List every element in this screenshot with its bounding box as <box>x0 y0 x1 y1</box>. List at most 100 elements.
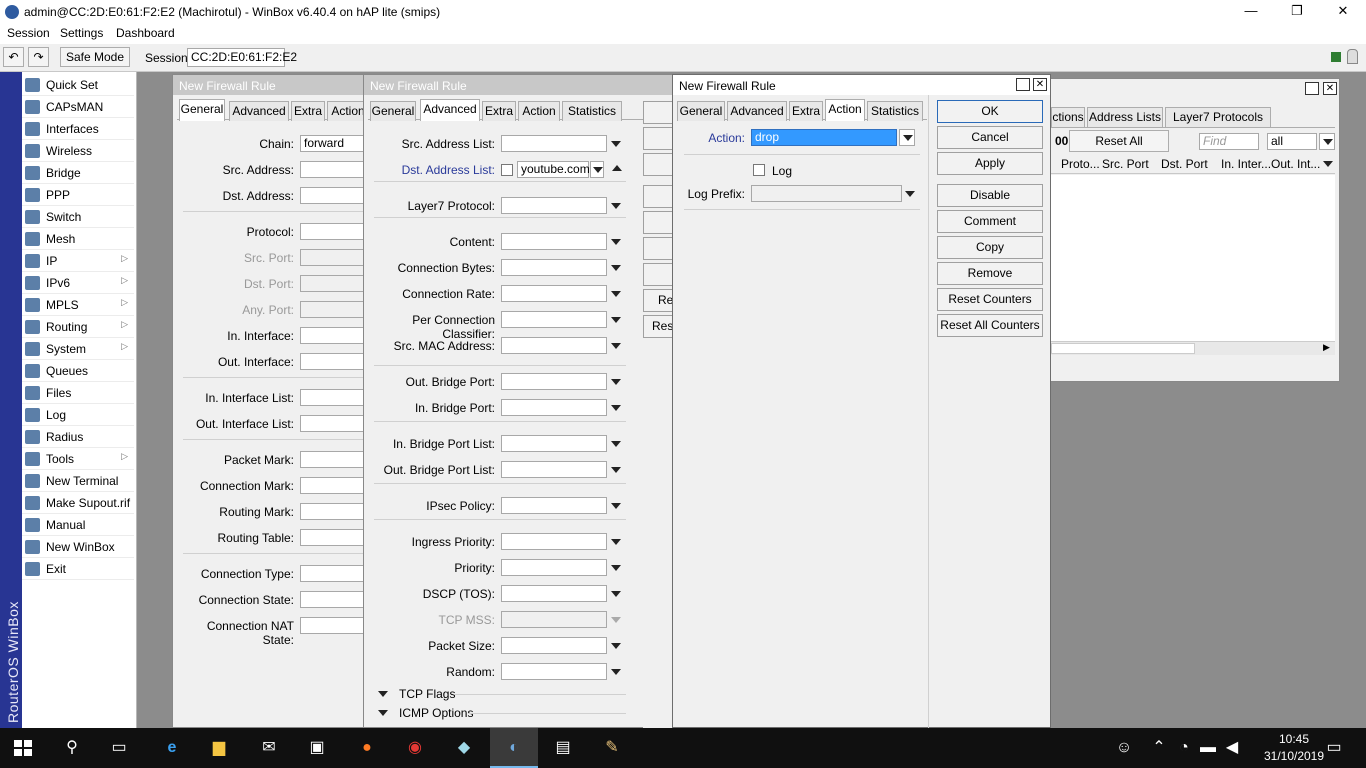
sidebar-item-system[interactable]: System ▷ <box>22 338 134 360</box>
log-prefix-dropdown-icon[interactable] <box>905 191 915 197</box>
redo-button[interactable]: ↷ <box>28 47 49 67</box>
field-dropdown-icon[interactable] <box>611 617 621 623</box>
field-input[interactable] <box>501 233 607 250</box>
tab-actions[interactable]: ctions <box>1051 107 1085 127</box>
win2-reset-counters-button[interactable]: Re <box>643 289 673 312</box>
sidebar-item-new-terminal[interactable]: New Terminal <box>22 470 134 492</box>
field-input[interactable] <box>300 617 367 634</box>
columns-dropdown-icon[interactable] <box>1323 161 1333 167</box>
undo-button[interactable]: ↶ <box>3 47 24 67</box>
filter-dropdown-button[interactable] <box>1319 133 1335 150</box>
sidebar-item-wireless[interactable]: Wireless <box>22 140 134 162</box>
menu-dashboard[interactable]: Dashboard <box>116 26 175 40</box>
field-dropdown-icon[interactable] <box>611 441 621 447</box>
volume-icon[interactable]: ◀ <box>1220 736 1244 760</box>
win2-reset-all-counters-button[interactable]: Res <box>643 315 673 338</box>
tab-general[interactable]: General <box>677 101 725 121</box>
win2-comment-button[interactable] <box>643 211 673 234</box>
action-dropdown-button[interactable] <box>899 129 915 146</box>
field-input[interactable] <box>501 533 607 550</box>
field-input[interactable] <box>300 223 367 240</box>
sidebar-item-radius[interactable]: Radius <box>22 426 134 448</box>
tab-statistics[interactable]: Statistics <box>867 101 923 121</box>
win3-maximize-button[interactable] <box>1016 78 1030 91</box>
tab-statistics[interactable]: Statistics <box>562 101 622 121</box>
sidebar-item-mesh[interactable]: Mesh <box>22 228 134 250</box>
tab-extra[interactable]: Extra <box>789 101 823 121</box>
field-input[interactable] <box>501 461 607 478</box>
sidebar-item-capsman[interactable]: CAPsMAN <box>22 96 134 118</box>
field-input[interactable] <box>501 611 607 628</box>
field-dropdown-icon[interactable] <box>611 467 621 473</box>
cancel-button[interactable]: Cancel <box>937 126 1043 149</box>
sidebar-item-make-supout-rif[interactable]: Make Supout.rif <box>22 492 134 514</box>
field-dropdown-icon[interactable] <box>611 539 621 545</box>
sidebar-item-ppp[interactable]: PPP <box>22 184 134 206</box>
field-input[interactable] <box>501 585 607 602</box>
field-dropdown-icon[interactable] <box>611 265 621 271</box>
column-out-interface[interactable]: Out. Int... <box>1271 157 1320 171</box>
firewall-window-close-button[interactable]: ✕ <box>1323 82 1337 95</box>
taskbar-date[interactable]: 31/10/2019 <box>1256 749 1332 763</box>
field-input[interactable] <box>501 559 607 576</box>
tab-advanced[interactable]: Advanced <box>727 101 787 121</box>
tab-action[interactable]: Action <box>518 101 560 121</box>
sidebar-item-interfaces[interactable]: Interfaces <box>22 118 134 140</box>
field-input[interactable] <box>300 353 367 370</box>
task-view-icon[interactable]: ▭ <box>107 736 131 760</box>
sidebar-item-log[interactable]: Log <box>22 404 134 426</box>
maximize-button[interactable]: ❐ <box>1274 0 1320 24</box>
field-input[interactable] <box>300 591 367 608</box>
tab-advanced[interactable]: Advanced <box>229 101 289 121</box>
tab-extra[interactable]: Extra <box>482 101 516 121</box>
taskbar-time[interactable]: 10:45 <box>1256 732 1332 746</box>
comment-button[interactable]: Comment <box>937 210 1043 233</box>
column-protocol[interactable]: Proto... <box>1061 157 1100 171</box>
field-input[interactable] <box>300 301 367 318</box>
sidebar-item-tools[interactable]: Tools ▷ <box>22 448 134 470</box>
win2-apply-button[interactable] <box>643 153 673 176</box>
menu-settings[interactable]: Settings <box>60 26 103 40</box>
collapse-field-icon[interactable] <box>612 165 622 171</box>
copy-button[interactable]: Copy <box>937 236 1043 259</box>
sidebar-item-manual[interactable]: Manual <box>22 514 134 536</box>
sidebar-item-switch[interactable]: Switch <box>22 206 134 228</box>
scrollbar-thumb[interactable] <box>1051 343 1195 354</box>
sidebar-item-mpls[interactable]: MPLS ▷ <box>22 294 134 316</box>
win2-cancel-button[interactable] <box>643 127 673 150</box>
scroll-right-icon[interactable]: ▶ <box>1323 342 1330 353</box>
safe-mode-button[interactable]: Safe Mode <box>60 47 130 67</box>
field-input[interactable] <box>300 389 367 406</box>
field-dropdown-icon[interactable] <box>611 643 621 649</box>
field-dropdown-icon[interactable] <box>611 141 621 147</box>
sidebar-item-routing[interactable]: Routing ▷ <box>22 316 134 338</box>
tab-extra[interactable]: Extra <box>291 101 325 121</box>
wifi-icon[interactable]: ◔ <box>1172 736 1196 760</box>
apply-button[interactable]: Apply <box>937 152 1043 175</box>
sidebar-item-exit[interactable]: Exit <box>22 558 134 580</box>
tab-address-lists[interactable]: Address Lists <box>1087 107 1163 127</box>
menu-session[interactable]: Session <box>7 26 50 40</box>
close-button[interactable]: ✕ <box>1320 0 1366 24</box>
firewall-window-maximize-button[interactable] <box>1305 82 1319 95</box>
session-input[interactable]: CC:2D:E0:61:F2:E2 <box>187 48 297 67</box>
file-explorer-icon[interactable]: ▆ <box>207 736 231 760</box>
people-icon[interactable]: ☺ <box>1112 736 1136 760</box>
tcp-flags-section[interactable]: TCP Flags <box>399 687 455 701</box>
field-input[interactable] <box>501 259 607 276</box>
reset-counters-button[interactable]: Reset Counters <box>937 288 1043 311</box>
edge-icon[interactable]: e <box>160 736 184 760</box>
field-input[interactable] <box>501 637 607 654</box>
start-icon[interactable] <box>14 740 32 756</box>
tab-action[interactable]: Action <box>825 99 865 121</box>
field-input[interactable] <box>300 451 367 468</box>
tab-advanced[interactable]: Advanced <box>420 99 480 121</box>
search-icon[interactable]: ⚲ <box>60 736 84 760</box>
win2-disable-button[interactable] <box>643 185 673 208</box>
find-input[interactable]: Find <box>1199 133 1259 150</box>
tab-general[interactable]: General <box>179 99 225 121</box>
rules-table[interactable] <box>1051 175 1335 341</box>
show-hidden-icons-chevron-icon[interactable]: ⌃ <box>1147 736 1171 760</box>
field-input[interactable] <box>300 249 367 266</box>
field-dropdown-icon[interactable] <box>611 591 621 597</box>
